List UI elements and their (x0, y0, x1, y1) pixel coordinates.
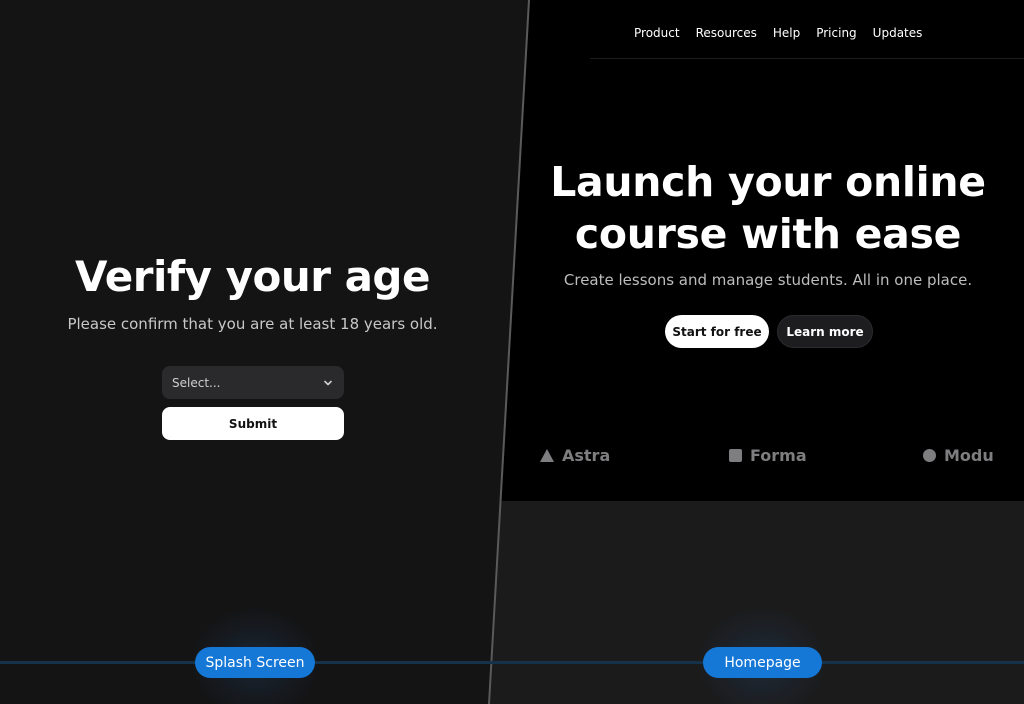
top-nav: Product Resources Help Pricing Updates (634, 26, 922, 40)
logo-forma: Forma (729, 446, 807, 465)
square-icon (729, 449, 742, 462)
age-select-dropdown[interactable]: Select... (162, 366, 344, 399)
hero-title-line-1: Launch your online (550, 158, 986, 206)
hero-title: Launch your online course with ease (530, 156, 1006, 260)
flow-connector (0, 661, 1024, 664)
logo-modu-label: Modu (944, 446, 994, 465)
nav-item-product[interactable]: Product (634, 26, 680, 40)
homepage-label: Homepage (703, 647, 822, 678)
logo-forma-label: Forma (750, 446, 807, 465)
triangle-icon (540, 449, 554, 462)
splash-screen-label: Splash Screen (195, 647, 315, 678)
logo-astra: Astra (540, 446, 610, 465)
splash-subtitle: Please confirm that you are at least 18 … (67, 315, 438, 333)
nav-item-help[interactable]: Help (773, 26, 800, 40)
chevron-down-icon (324, 380, 332, 385)
hero-title-line-2: course with ease (574, 210, 962, 258)
logo-modu: Modu (923, 446, 994, 465)
splash-title: Verify your age (75, 252, 430, 301)
nav-item-pricing[interactable]: Pricing (816, 26, 856, 40)
age-select-placeholder: Select... (172, 375, 221, 390)
logo-astra-label: Astra (562, 446, 611, 465)
nav-item-resources[interactable]: Resources (696, 26, 757, 40)
submit-button[interactable]: Submit (162, 407, 344, 440)
start-for-free-button[interactable]: Start for free (665, 315, 769, 348)
nav-divider (590, 58, 1024, 59)
hero-subtitle: Create lessons and manage students. All … (563, 271, 973, 289)
circle-icon (923, 449, 936, 462)
nav-item-updates[interactable]: Updates (873, 26, 923, 40)
learn-more-button[interactable]: Learn more (777, 315, 873, 348)
